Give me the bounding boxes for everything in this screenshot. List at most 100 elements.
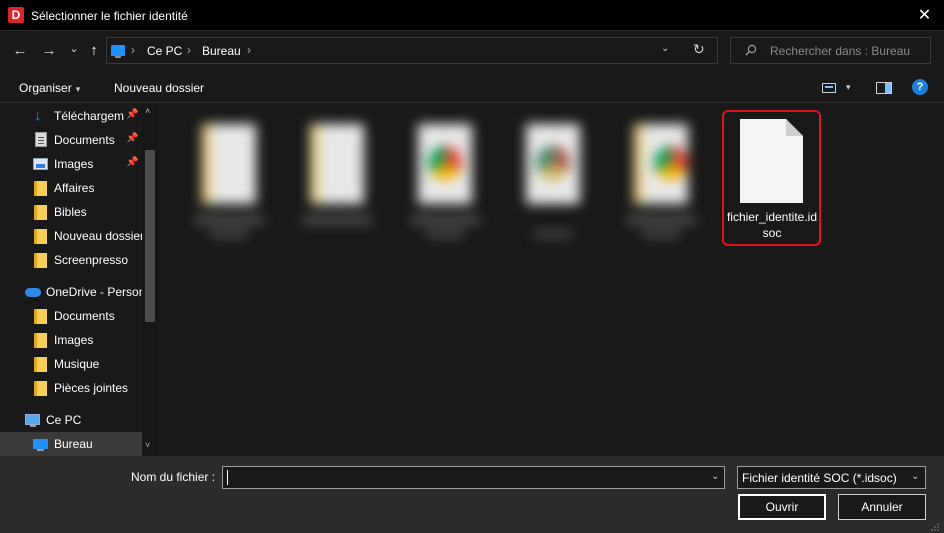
scroll-up-icon[interactable]: ˄ [145,106,150,116]
browser-file-icon [526,124,580,204]
refresh-icon[interactable]: ↻ [693,41,705,58]
browser-file-icon [418,124,472,204]
folder-icon [34,333,47,348]
recent-locations-chevron-icon[interactable]: ⌄ [64,39,84,59]
folder-icon [34,381,47,396]
view-options-icon[interactable] [822,83,836,93]
resize-grip-icon[interactable] [930,522,940,532]
folder-icon [34,205,47,220]
pin-icon: 📌 [126,109,139,120]
pin-icon: 📌 [126,157,139,168]
computer-icon [111,45,125,58]
folder-icon [34,253,47,268]
file-caption [426,230,464,238]
address-dropdown-icon[interactable]: ⌄ [661,43,669,54]
sidebar-item-label: Documents [54,133,115,147]
up-arrow-icon[interactable]: ↑ [84,41,104,61]
sidebar-item-label: OneDrive - Personal [46,285,142,299]
file-caption [626,216,696,224]
sidebar-item-nouveau-dossier[interactable]: Nouveau dossier [0,224,142,248]
blurred-file-item[interactable] [294,116,380,246]
filetype-select[interactable]: Fichier identité SOC (*.idsoc) ⌄ [737,466,926,489]
sidebar-item-musique[interactable]: Musique [0,352,142,376]
filename-label: Nom du fichier : [131,470,216,484]
scroll-down-icon[interactable]: ˅ [145,440,150,450]
sidebar-item-images[interactable]: Images 📌 [0,152,142,176]
download-arrow-icon: ↓ [34,107,42,124]
search-placeholder: Rechercher dans : Bureau [770,44,911,58]
file-list: fichier_identite.idsoc [159,104,944,456]
document-icon [35,132,47,147]
help-icon[interactable]: ? [912,79,928,95]
sidebar-item-onedrive-images[interactable]: Images [0,328,142,352]
folder-icon [34,229,47,244]
filename-input[interactable]: ⌄ [222,466,725,489]
open-button[interactable]: Ouvrir [738,494,826,520]
sidebar-item-label: Images [54,333,94,347]
computer-icon [25,414,40,427]
sidebar-item-bibles[interactable]: Bibles [0,200,142,224]
blurred-file-item[interactable] [186,116,272,246]
organize-button[interactable]: Organiser ▾ [19,81,80,95]
folder-icon [34,181,47,196]
navigation-pane: ↓ Téléchargements 📌 Documents 📌 Images 📌… [0,104,158,456]
search-icon [745,44,757,56]
preview-pane-icon[interactable] [876,82,892,94]
filename-dropdown-icon[interactable]: ⌄ [711,471,719,482]
cancel-button[interactable]: Annuler [838,494,926,520]
scroll-thumb[interactable] [145,150,155,322]
filetype-dropdown-icon[interactable]: ⌄ [911,471,919,482]
blurred-file-item[interactable] [402,116,488,246]
close-button[interactable]: ✕ [905,0,944,31]
file-icon [310,124,364,204]
file-caption [194,216,264,224]
folder-icon [34,357,47,372]
file-caption [642,230,680,238]
blurred-file-item[interactable] [510,116,596,246]
file-icon [202,124,256,204]
sidebar-item-label: Screenpresso [54,253,129,267]
breadcrumb-bureau[interactable]: Bureau [202,44,241,58]
new-folder-button[interactable]: Nouveau dossier [114,81,204,95]
sidebar-item-screenpresso[interactable]: Screenpresso [0,248,142,272]
dialog-footer: Nom du fichier : ⌄ Fichier identité SOC … [0,456,944,533]
sidebar-item-ce-pc[interactable]: Ce PC [0,408,142,432]
sidebar-item-documents[interactable]: Documents 📌 [0,128,142,152]
search-input[interactable]: Rechercher dans : Bureau [730,37,931,64]
sidebar-scrollbar[interactable]: ˄ ˅ [142,104,158,456]
sidebar-item-onedrive-documents[interactable]: Documents [0,304,142,328]
breadcrumb-separator[interactable]: › [187,43,191,57]
filetype-value: Fichier identité SOC (*.idsoc) [742,471,897,485]
breadcrumb-ce-pc[interactable]: Ce PC [147,44,182,58]
file-caption [210,230,248,238]
picture-icon [33,158,48,170]
blank-file-icon [740,119,803,203]
title-bar: D Sélectionner le fichier identité ✕ [0,0,944,31]
sidebar-item-affaires[interactable]: Affaires [0,176,142,200]
breadcrumb-separator[interactable]: › [131,43,135,57]
forward-arrow-icon[interactable]: → [39,41,59,61]
sidebar-item-label: Affaires [54,181,95,195]
sidebar-item-pieces-jointes[interactable]: Pièces jointes [0,376,142,400]
view-caret-down-icon[interactable]: ▾ [846,82,851,93]
text-caret [227,470,228,485]
onedrive-cloud-icon [25,288,41,297]
blurred-file-item[interactable] [618,116,704,246]
file-caption [534,230,572,238]
selected-file-item[interactable]: fichier_identite.idsoc [722,110,821,246]
browser-file-icon [634,124,688,204]
sidebar-item-onedrive[interactable]: OneDrive - Personal [0,280,142,304]
sidebar-item-label: Documents [54,309,115,323]
folder-icon [34,309,47,324]
breadcrumb-separator[interactable]: › [247,43,251,57]
organize-label: Organiser [19,81,72,95]
sidebar-item-bureau[interactable]: Bureau [0,432,142,456]
file-caption [410,216,480,224]
back-arrow-icon[interactable]: ← [10,41,30,61]
pin-icon: 📌 [126,133,139,144]
file-name: fichier_identite.idsoc [726,210,818,240]
sidebar-item-telechargements[interactable]: ↓ Téléchargements 📌 [0,104,142,128]
address-bar[interactable]: › Ce PC › Bureau › ⌄ ↻ [106,37,718,64]
file-caption [302,216,372,224]
sidebar-item-label: Images [54,157,94,171]
